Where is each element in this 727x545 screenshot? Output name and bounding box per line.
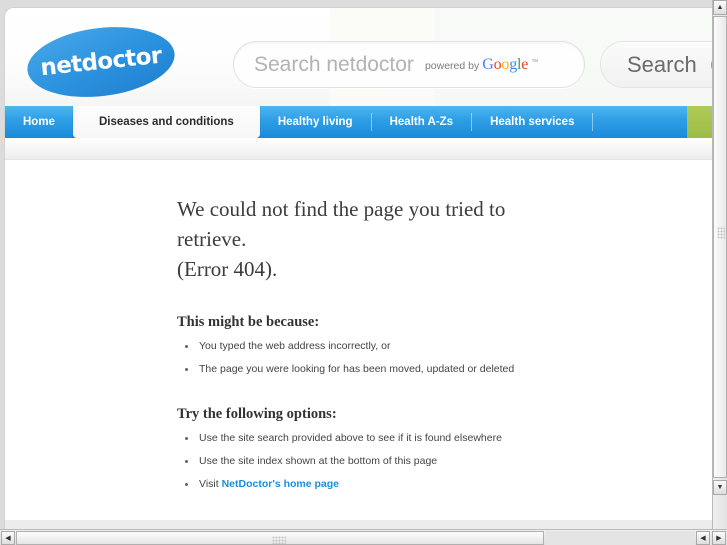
list-item: You typed the web address incorrectly, o…: [177, 340, 712, 354]
list-item: The page you were looking for has been m…: [177, 363, 712, 377]
list-item-with-link: Visit NetDoctor's home page: [177, 478, 712, 492]
nav-label: Healthy living: [277, 116, 353, 128]
site-header: netdoctor Search netdoctor powered by Go…: [5, 8, 712, 106]
magnifier-icon: [710, 54, 712, 75]
down-arrow-icon: ▼: [716, 484, 724, 491]
nav-label: Health A-Zs: [389, 116, 454, 128]
horizontal-scroll-thumb[interactable]: [16, 531, 544, 545]
nav-item-healthy-living[interactable]: Healthy living: [260, 106, 371, 138]
up-arrow-icon: ▲: [716, 4, 724, 11]
left-arrow-icon: ◀: [700, 535, 706, 542]
nav-item-health-a-zs[interactable]: Health A-Zs: [372, 106, 471, 138]
error-heading-line-2: retrieve.: [177, 227, 247, 252]
horizontal-scrollbar[interactable]: ◀ ◀ ▶: [0, 529, 727, 545]
logo-text: netdoctor: [39, 42, 163, 82]
search-input[interactable]: Search netdoctor powered by Google ™: [233, 41, 585, 88]
netdoctor-logo[interactable]: netdoctor: [23, 19, 179, 105]
options-list: Use the site search provided above to se…: [177, 432, 712, 491]
scroll-grip-icon: [717, 227, 725, 239]
left-arrow-icon: ◀: [5, 535, 11, 542]
search-placeholder-text: Search netdoctor: [254, 52, 414, 76]
nav-divider: [592, 113, 594, 131]
footer-spacer: [5, 520, 712, 529]
options-heading: Try the following options:: [177, 406, 337, 423]
reasons-list: You typed the web address incorrectly, o…: [177, 340, 712, 376]
google-wordmark: Google: [482, 55, 529, 73]
scroll-left-button[interactable]: ◀: [1, 531, 15, 545]
nav-item-health-services[interactable]: Health services: [472, 106, 592, 138]
vertical-scrollbar[interactable]: ▲ ▼: [712, 0, 727, 529]
error-code-text: (Error 404).: [177, 257, 278, 282]
search-button[interactable]: Search: [600, 41, 712, 88]
scroll-right-button[interactable]: ▶: [712, 531, 726, 545]
site-wrapper: netdoctor Search netdoctor powered by Go…: [5, 8, 712, 529]
nav-accent-block: [687, 106, 712, 138]
list-item: Use the site search provided above to se…: [177, 432, 712, 446]
nav-label: Home: [23, 116, 55, 128]
trademark-symbol: ™: [531, 58, 539, 66]
search-button-label: Search: [627, 51, 697, 77]
scroll-down-button[interactable]: ▼: [713, 480, 727, 495]
browser-viewport: netdoctor Search netdoctor powered by Go…: [0, 0, 727, 545]
scroll-left-button-secondary[interactable]: ◀: [696, 531, 710, 545]
nav-label: Health services: [490, 116, 575, 128]
vertical-scroll-thumb[interactable]: [713, 16, 727, 478]
search-box[interactable]: Search netdoctor powered by Google ™: [233, 41, 585, 88]
nav-item-home[interactable]: Home: [5, 106, 73, 138]
right-arrow-icon: ▶: [716, 535, 722, 542]
subnav-band: [5, 138, 712, 160]
scroll-grip-icon: [272, 536, 286, 544]
error-heading: We could not find the page you tried to …: [177, 194, 537, 284]
horizontal-scroll-track[interactable]: [546, 531, 695, 545]
scroll-up-button[interactable]: ▲: [713, 0, 727, 15]
nav-label: Diseases and conditions: [98, 116, 234, 128]
page-canvas: netdoctor Search netdoctor powered by Go…: [0, 0, 712, 529]
main-content: We could not find the page you tried to …: [5, 160, 712, 521]
reasons-heading: This might be because:: [177, 314, 320, 331]
main-navigation: Home Diseases and conditions Healthy liv…: [5, 106, 712, 138]
homepage-link[interactable]: NetDoctor's home page: [222, 478, 339, 490]
google-branding: powered by Google ™: [425, 56, 538, 74]
list-item: Use the site index shown at the bottom o…: [177, 455, 712, 469]
powered-by-label: powered by: [424, 59, 480, 72]
list-item-prefix: Visit: [199, 477, 222, 490]
nav-item-diseases-and-conditions[interactable]: Diseases and conditions: [72, 106, 260, 138]
error-heading-line-1: We could not find the page you tried to: [177, 197, 506, 221]
